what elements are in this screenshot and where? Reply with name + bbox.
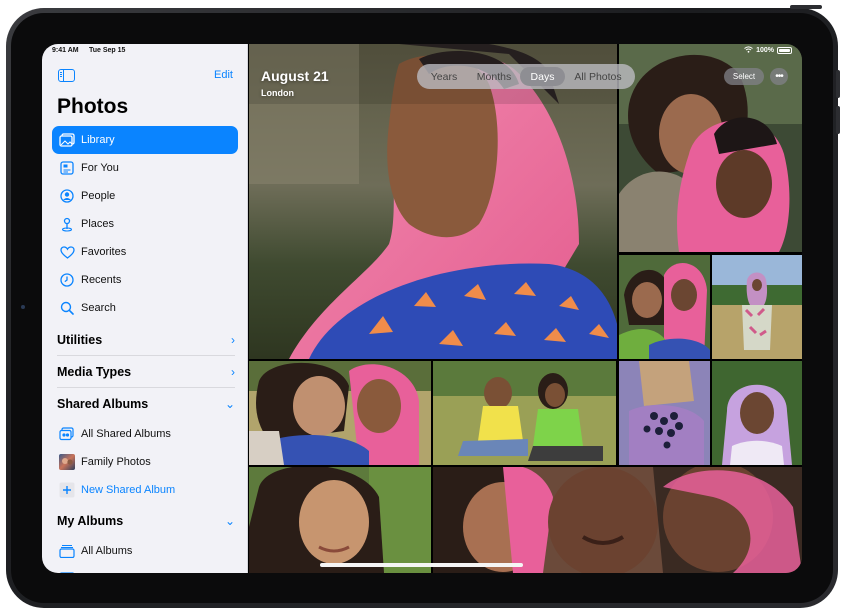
sidebar-item-for-you[interactable]: For You [52,154,238,182]
sidebar-item-label: All Shared Albums [81,428,171,440]
front-camera [21,305,25,309]
photo-location: London [261,88,294,98]
sidebar-item-label: Family Photos [81,456,151,468]
volume-down-button [836,106,840,134]
search-icon [59,300,75,316]
edit-button[interactable]: Edit [214,69,233,81]
new-shared-album-button[interactable]: New Shared Album [52,476,238,504]
sidebar-toggle-icon[interactable] [58,69,75,82]
sidebar-item-partial[interactable] [52,565,238,573]
battery-percent: 100% [756,47,774,54]
divider [57,387,235,388]
clock-icon [59,272,75,288]
photo-girls-grass[interactable] [433,361,616,465]
divider [57,355,235,356]
view-segmented-control: Years Months Days All Photos [417,64,635,89]
more-button[interactable]: ••• [770,68,788,85]
top-button [790,5,822,9]
sidebar-item-places[interactable]: Places [52,210,238,238]
sidebar-item-label: Recents [81,274,122,286]
people-icon [59,188,75,204]
status-indicators: 100% [744,46,792,55]
sidebar-item-label: Library [81,134,115,146]
section-shared-albums[interactable]: Shared Albums ⌄ [57,389,235,419]
section-utilities[interactable]: Utilities › [57,325,235,355]
sidebar-item-people[interactable]: People [52,182,238,210]
sidebar-item-label: Favorites [81,246,127,258]
photo-hero[interactable] [249,44,617,359]
sidebar-item-recents[interactable]: Recents [52,266,238,294]
sidebar-item-label: Places [81,218,115,230]
photo-woman-field[interactable] [712,255,802,359]
sidebar-item-library[interactable]: Library [52,126,238,154]
sidebar-item-label: People [81,190,116,202]
select-button[interactable]: Select [724,68,764,85]
sidebar-item-label: Search [81,302,116,314]
sidebar-item-all-albums[interactable]: All Albums [52,537,238,565]
album-thumbnail-icon [59,454,75,470]
tab-years[interactable]: Years [420,67,468,86]
sidebar-item-favorites[interactable]: Favorites [52,238,238,266]
chevron-right-icon: › [231,365,235,379]
for-you-icon [59,160,75,176]
photo-family-kiss[interactable] [433,467,802,573]
photo-woman-lavender[interactable] [712,361,802,465]
photo-berries-hand[interactable] [619,361,710,465]
sidebar: 9:41 AM Tue Sep 15 Edit Photos Library F… [42,44,248,573]
photo-hug-closeup[interactable] [249,361,431,465]
chevron-down-icon: ⌄ [224,397,235,411]
section-title: Utilities [57,333,103,347]
battery-icon [777,47,792,54]
photo-grid [249,44,802,573]
photo-two-girls[interactable] [619,255,710,359]
library-icon [59,132,75,148]
sidebar-item-label: All Albums [81,545,133,557]
chevron-down-icon: ⌄ [224,514,235,528]
sidebar-item-search[interactable]: Search [52,294,238,322]
sidebar-item-label: For You [81,162,119,174]
shared-albums-icon [59,426,75,442]
section-media-types[interactable]: Media Types › [57,357,235,387]
sidebar-item-family-photos[interactable]: Family Photos [52,448,238,476]
album-icon [59,571,75,573]
photo-girl-smile[interactable] [249,467,431,573]
tab-days[interactable]: Days [520,67,565,86]
home-indicator[interactable] [320,563,523,567]
section-my-albums[interactable]: My Albums ⌄ [57,506,235,536]
albums-stack-icon [59,543,75,559]
sidebar-item-all-shared-albums[interactable]: All Shared Albums [52,420,238,448]
wifi-icon [744,46,753,55]
places-icon [59,216,75,232]
tab-all-photos[interactable]: All Photos [565,67,631,86]
page-title: Photos [57,95,129,118]
status-date: Tue Sep 15 [89,47,126,54]
tab-months[interactable]: Months [468,67,520,86]
section-title: My Albums [57,514,124,528]
sidebar-item-label: New Shared Album [81,484,176,496]
photo-date-heading: August 21 [261,68,329,84]
plus-icon [59,482,75,498]
status-time: 9:41 AM [52,47,79,54]
heart-icon [59,244,75,260]
section-title: Shared Albums [57,397,149,411]
section-title: Media Types [57,365,132,379]
volume-up-button [836,70,840,98]
screen: 9:41 AM Tue Sep 15 Edit Photos Library F… [42,44,802,573]
chevron-right-icon: › [231,333,235,347]
